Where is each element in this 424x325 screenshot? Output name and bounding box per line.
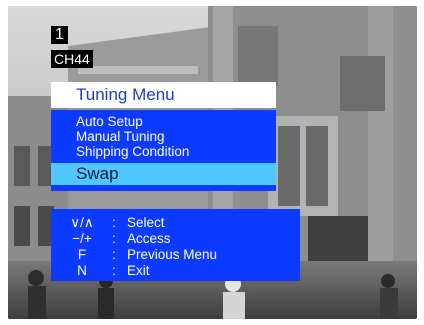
help-key: N [77,263,87,278]
help-label: Previous Menu [127,247,218,262]
help-key: F [77,247,87,262]
help-key: ∨/∧ [70,215,94,230]
menu-item-manual-tuning[interactable]: Manual Tuning [76,129,276,144]
help-colon: : [112,231,116,246]
tv-screen: 1 CH44 Tuning Menu Auto Setup Manual Tun… [8,6,417,319]
help-panel: ∨/∧ : Select −/+ : Access F : Previous M… [51,209,300,281]
help-label: Select [127,215,165,230]
channel-name: CH44 [51,50,93,68]
help-colon: : [112,215,116,230]
menu-item-swap[interactable]: Swap [51,163,276,185]
help-label: Exit [127,263,150,278]
help-label: Access [127,231,171,246]
menu-footer-bar [51,185,276,191]
menu-title: Tuning Menu [51,82,276,108]
help-row-exit: N : Exit [51,263,300,279]
menu-list: Auto Setup Manual Tuning Shipping Condit… [51,110,276,164]
help-row-select: ∨/∧ : Select [51,215,300,231]
help-colon: : [112,263,116,278]
menu-item-auto-setup[interactable]: Auto Setup [76,114,276,129]
help-colon: : [112,247,116,262]
help-row-access: −/+ : Access [51,231,300,247]
help-row-previous-menu: F : Previous Menu [51,247,300,263]
channel-number: 1 [51,26,68,44]
menu-item-shipping-condition[interactable]: Shipping Condition [76,144,276,159]
help-key: −/+ [72,231,92,246]
